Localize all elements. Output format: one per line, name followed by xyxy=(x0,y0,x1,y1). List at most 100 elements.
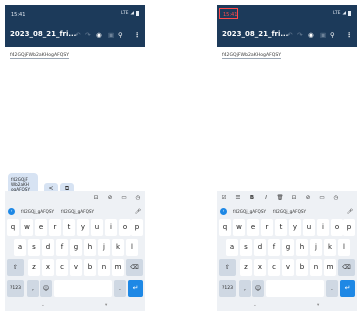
document-title[interactable]: 2023_08_21_fri... xyxy=(222,30,288,38)
key-n[interactable]: n xyxy=(98,259,110,276)
key-w[interactable]: w xyxy=(233,219,245,236)
eye-icon[interactable]: ◉ xyxy=(308,30,314,40)
key-u[interactable]: u xyxy=(303,219,315,236)
insert-box-icon[interactable]: ⊡ xyxy=(89,195,103,201)
enter-icon[interactable]: ↵ xyxy=(128,280,143,297)
key-comma[interactable]: , xyxy=(239,280,251,297)
clock-icon[interactable]: ◷ xyxy=(329,195,343,201)
key-s[interactable]: s xyxy=(28,239,40,256)
more-vert-icon[interactable]: ⋮ xyxy=(346,30,353,40)
key-h[interactable]: h xyxy=(84,239,96,256)
shift-icon[interactable]: ⇧ xyxy=(7,259,24,276)
key-i[interactable]: i xyxy=(105,219,117,236)
search-icon[interactable]: ⚲ xyxy=(330,30,335,40)
key-y[interactable]: y xyxy=(289,219,301,236)
key-w[interactable]: w xyxy=(21,219,33,236)
key-t[interactable]: t xyxy=(63,219,75,236)
suggestion-expand-icon[interactable]: › xyxy=(220,208,227,215)
suggestion-2[interactable]: f42GQj_gAFQSY xyxy=(61,209,94,214)
key-b[interactable]: b xyxy=(296,259,308,276)
key-z[interactable]: z xyxy=(28,259,40,276)
image-icon[interactable]: ▭ xyxy=(117,195,131,201)
checkbox-icon[interactable]: ☑ xyxy=(217,195,231,201)
key-period[interactable]: . xyxy=(326,280,338,297)
nav-back-icon[interactable]: ⌄ xyxy=(253,303,257,308)
key-m[interactable]: m xyxy=(112,259,124,276)
search-icon[interactable]: ⚲ xyxy=(118,30,123,40)
list-icon[interactable]: ☰ xyxy=(231,195,245,201)
space-key[interactable] xyxy=(266,280,324,297)
key-q[interactable]: q xyxy=(219,219,231,236)
key-l[interactable]: l xyxy=(338,239,350,256)
key-z[interactable]: z xyxy=(240,259,252,276)
emoji-icon[interactable]: ☺ xyxy=(40,280,52,297)
key-comma[interactable]: , xyxy=(27,280,39,297)
nav-keyboard-icon[interactable]: ▾ xyxy=(105,303,107,308)
key-f[interactable]: f xyxy=(268,239,280,256)
mic-icon[interactable]: 🎤︎ xyxy=(135,209,141,215)
key-a[interactable]: a xyxy=(14,239,26,256)
key-m[interactable]: m xyxy=(324,259,336,276)
save-icon[interactable]: ▣ xyxy=(108,30,114,40)
key-s[interactable]: s xyxy=(240,239,252,256)
clock-icon[interactable]: ◷ xyxy=(131,195,145,201)
key-v[interactable]: v xyxy=(70,259,82,276)
key-h[interactable]: h xyxy=(296,239,308,256)
key-q[interactable]: q xyxy=(7,219,19,236)
key-j[interactable]: j xyxy=(98,239,110,256)
bold-icon[interactable]: B xyxy=(245,195,259,201)
suggestion-2[interactable]: f42GQj_gAFQSY xyxy=(273,209,306,214)
suggestion-1[interactable]: f42GQj_gAFQSY xyxy=(21,209,54,214)
key-p[interactable]: p xyxy=(343,219,355,236)
document-title[interactable]: 2023_08_21_fri... xyxy=(10,30,76,38)
key-c[interactable]: c xyxy=(56,259,68,276)
key-b[interactable]: b xyxy=(84,259,96,276)
save-icon[interactable]: ▣ xyxy=(320,30,326,40)
insert-box-icon[interactable]: ⊡ xyxy=(287,195,301,201)
key-v[interactable]: v xyxy=(282,259,294,276)
key-period[interactable]: . xyxy=(114,280,126,297)
mic-icon[interactable]: 🎤︎ xyxy=(347,209,353,215)
image-icon[interactable]: ▭ xyxy=(315,195,329,201)
key-t[interactable]: t xyxy=(275,219,287,236)
document-text[interactable]: f42GQjFWb2aKHogAFQSY xyxy=(10,53,70,59)
key-p[interactable]: p xyxy=(131,219,143,236)
key-g[interactable]: g xyxy=(70,239,82,256)
editor-area[interactable]: f42GQjFWb2aKHogAFQSY xyxy=(217,47,357,199)
key-j[interactable]: j xyxy=(310,239,322,256)
key-o[interactable]: o xyxy=(119,219,131,236)
key-n[interactable]: n xyxy=(310,259,322,276)
key-c[interactable]: c xyxy=(268,259,280,276)
nav-keyboard-icon[interactable]: ▾ xyxy=(317,303,319,308)
key-f[interactable]: f xyxy=(56,239,68,256)
italic-icon[interactable]: I xyxy=(259,195,273,201)
delete-icon[interactable]: 🗑︎ xyxy=(273,195,287,201)
space-key[interactable] xyxy=(54,280,112,297)
redo-icon[interactable]: ↷ xyxy=(297,30,302,40)
key-e[interactable]: e xyxy=(35,219,47,236)
eye-icon[interactable]: ◉ xyxy=(96,30,102,40)
key-o[interactable]: o xyxy=(331,219,343,236)
suggestion-expand-icon[interactable]: › xyxy=(8,208,15,215)
key-g[interactable]: g xyxy=(282,239,294,256)
key-k[interactable]: k xyxy=(112,239,124,256)
key-u[interactable]: u xyxy=(91,219,103,236)
redo-icon[interactable]: ↷ xyxy=(85,30,90,40)
key-l[interactable]: l xyxy=(126,239,138,256)
key-i[interactable]: i xyxy=(317,219,329,236)
attachment-icon[interactable]: ⊘ xyxy=(103,195,117,201)
attachment-icon[interactable]: ⊘ xyxy=(301,195,315,201)
undo-icon[interactable]: ↶ xyxy=(75,30,80,40)
key-a[interactable]: a xyxy=(226,239,238,256)
suggestion-1[interactable]: f42GQj_gAFQSY xyxy=(233,209,266,214)
numeric-mode-button[interactable]: ?123 xyxy=(219,280,236,297)
document-text[interactable]: f42GQjFWb2aKHogAFQSY xyxy=(222,53,282,59)
backspace-icon[interactable]: ⌫ xyxy=(126,259,143,276)
key-x[interactable]: x xyxy=(254,259,266,276)
key-x[interactable]: x xyxy=(42,259,54,276)
key-r[interactable]: r xyxy=(49,219,61,236)
nav-back-icon[interactable]: ⌄ xyxy=(41,303,45,308)
shift-icon[interactable]: ⇧ xyxy=(219,259,236,276)
enter-icon[interactable]: ↵ xyxy=(340,280,355,297)
key-d[interactable]: d xyxy=(254,239,266,256)
